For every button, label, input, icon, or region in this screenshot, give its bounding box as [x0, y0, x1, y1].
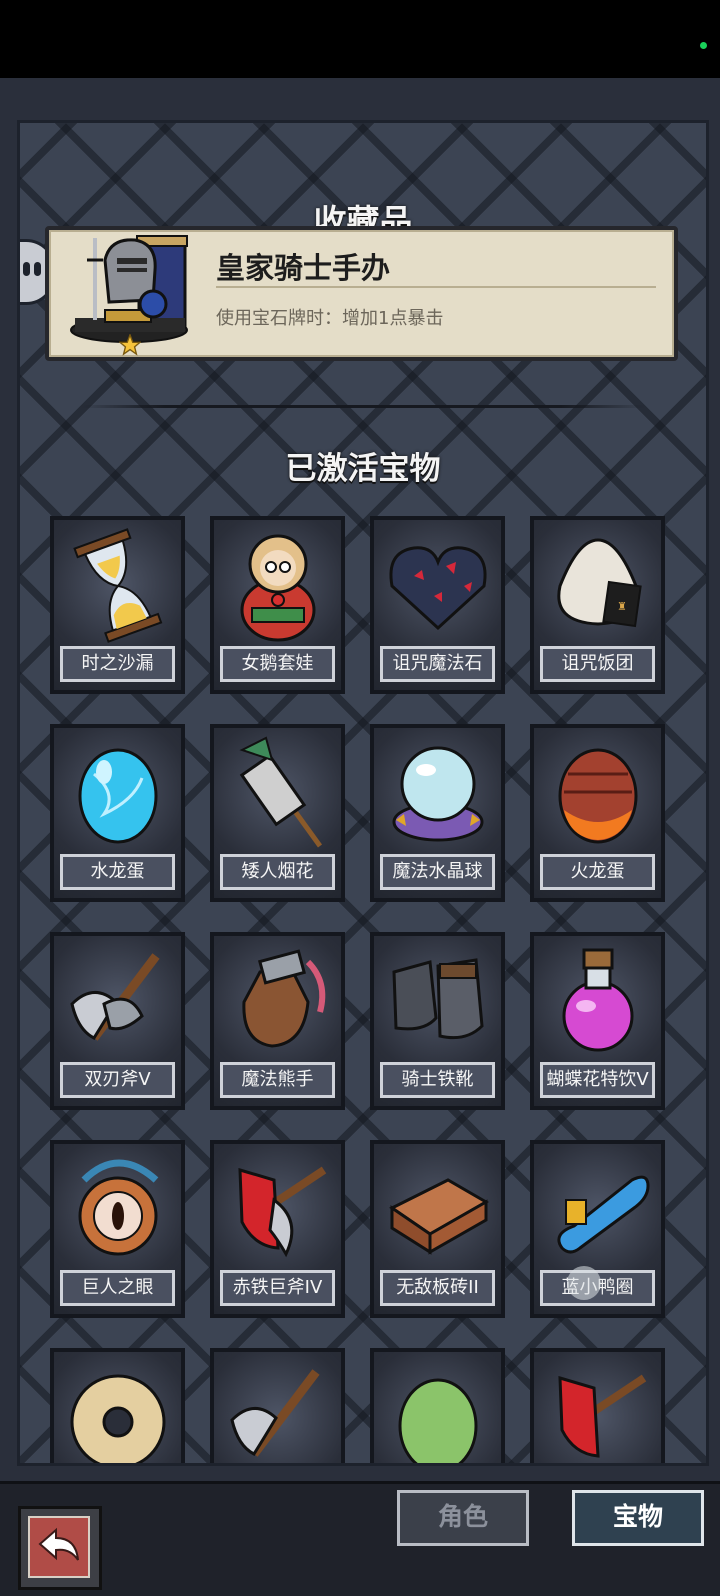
treasure-label: 魔法熊手	[220, 1062, 335, 1098]
section-title: 已激活宝物	[285, 451, 441, 487]
bear-paw-icon	[242, 949, 326, 1048]
chat-face-eye	[34, 262, 41, 276]
potion-icon	[562, 948, 634, 1052]
svg-text:♜: ♜	[617, 600, 627, 613]
bottom-bar: 角色 宝物	[0, 1481, 720, 1596]
rice-ball-icon: ♜	[557, 538, 642, 628]
featured-name: 皇家骑士手办	[216, 251, 391, 285]
firework-icon	[239, 736, 323, 848]
treasure-card[interactable]: 水龙蛋	[50, 724, 185, 902]
treasure-label: 骑士铁靴	[380, 1062, 495, 1098]
tab-role[interactable]: 角色	[397, 1490, 529, 1546]
treasure-card[interactable]	[370, 1348, 505, 1463]
treasure-card[interactable]: 矮人烟花	[210, 724, 345, 902]
treasure-label: 巨人之眼	[60, 1270, 175, 1306]
treasure-label: 蝴蝶花特饮V	[540, 1062, 655, 1098]
treasure-card[interactable]: 诅咒魔法石	[370, 516, 505, 694]
treasure-label: 火龙蛋	[540, 854, 655, 890]
chat-face-icon	[23, 262, 30, 276]
treasure-label: 女鹅套娃	[220, 646, 335, 682]
treasure-card[interactable]: 无敌板砖II	[370, 1140, 505, 1318]
red-axe-icon	[558, 1374, 647, 1458]
cursed-stone-icon	[389, 546, 487, 631]
treasure-card[interactable]: 骑士铁靴	[370, 932, 505, 1110]
treasure-card[interactable]: ♜ 诅咒饭团	[530, 516, 665, 694]
double-axe-icon	[70, 953, 160, 1041]
treasure-card[interactable]: 巨人之眼	[50, 1140, 185, 1318]
back-arrow-icon	[38, 1527, 79, 1561]
treasure-card[interactable]: 魔法熊手	[210, 932, 345, 1110]
giant-eye-icon	[78, 1159, 159, 1256]
double-axe-icon	[230, 1369, 320, 1457]
duck-float-icon	[557, 1175, 650, 1254]
treasure-card[interactable]: 火龙蛋	[530, 724, 665, 902]
star-icon	[119, 334, 141, 356]
treasure-card[interactable]: 赤铁巨斧IV	[210, 1140, 345, 1318]
treasure-label: 矮人烟花	[220, 854, 335, 890]
water-dragon-egg-icon	[78, 748, 158, 844]
treasure-label: 诅咒魔法石	[380, 646, 495, 682]
crystal-ball-icon	[392, 746, 484, 842]
treasure-card[interactable]: 时之沙漏	[50, 516, 185, 694]
touch-indicator	[567, 1266, 601, 1300]
hourglass-icon	[73, 528, 163, 643]
green-egg-icon	[398, 1378, 478, 1463]
treasure-label: 双刃斧V	[60, 1062, 175, 1098]
treasure-card[interactable]	[210, 1348, 345, 1463]
matryoshka-doll-icon	[240, 534, 316, 642]
brick-icon	[389, 1178, 490, 1255]
collection-frame: 收藏品 皇家骑士手办 使用宝石牌时：增加1点暴击 已激活宝物 时之沙漏 女鹅套娃…	[0, 78, 720, 1481]
treasure-card[interactable]: 双刃斧V	[50, 932, 185, 1110]
collection-panel[interactable]: 收藏品 皇家骑士手办 使用宝石牌时：增加1点暴击 已激活宝物 时之沙漏 女鹅套娃…	[17, 120, 709, 1466]
treasure-card[interactable]: 蝴蝶花特饮V	[530, 932, 665, 1110]
section-divider	[80, 405, 646, 408]
featured-divider	[216, 286, 656, 288]
featured-collectible-card[interactable]: 皇家骑士手办 使用宝石牌时：增加1点暴击	[45, 226, 678, 361]
iron-boots-icon	[392, 958, 484, 1040]
red-axe-icon	[238, 1166, 327, 1258]
fire-dragon-egg-icon	[558, 748, 638, 844]
treasure-label: 魔法水晶球	[380, 854, 495, 890]
treasure-label: 水龙蛋	[60, 854, 175, 890]
notification-dot-icon	[700, 42, 707, 49]
treasure-card[interactable]	[530, 1348, 665, 1463]
featured-description: 使用宝石牌时：增加1点暴击	[216, 308, 444, 329]
tab-treasure[interactable]: 宝物	[572, 1490, 704, 1546]
treasure-label: 时之沙漏	[60, 646, 175, 682]
back-button[interactable]	[18, 1506, 102, 1590]
back-button-face	[28, 1516, 90, 1578]
treasure-card[interactable]	[50, 1348, 185, 1463]
treasure-label: 无敌板砖II	[380, 1270, 495, 1306]
treasure-card[interactable]: 魔法水晶球	[370, 724, 505, 902]
treasure-label: 赤铁巨斧IV	[220, 1270, 335, 1306]
treasure-label: 诅咒饭团	[540, 646, 655, 682]
status-bar	[0, 0, 720, 78]
treasure-card[interactable]: 女鹅套娃	[210, 516, 345, 694]
donut-icon	[70, 1374, 166, 1463]
